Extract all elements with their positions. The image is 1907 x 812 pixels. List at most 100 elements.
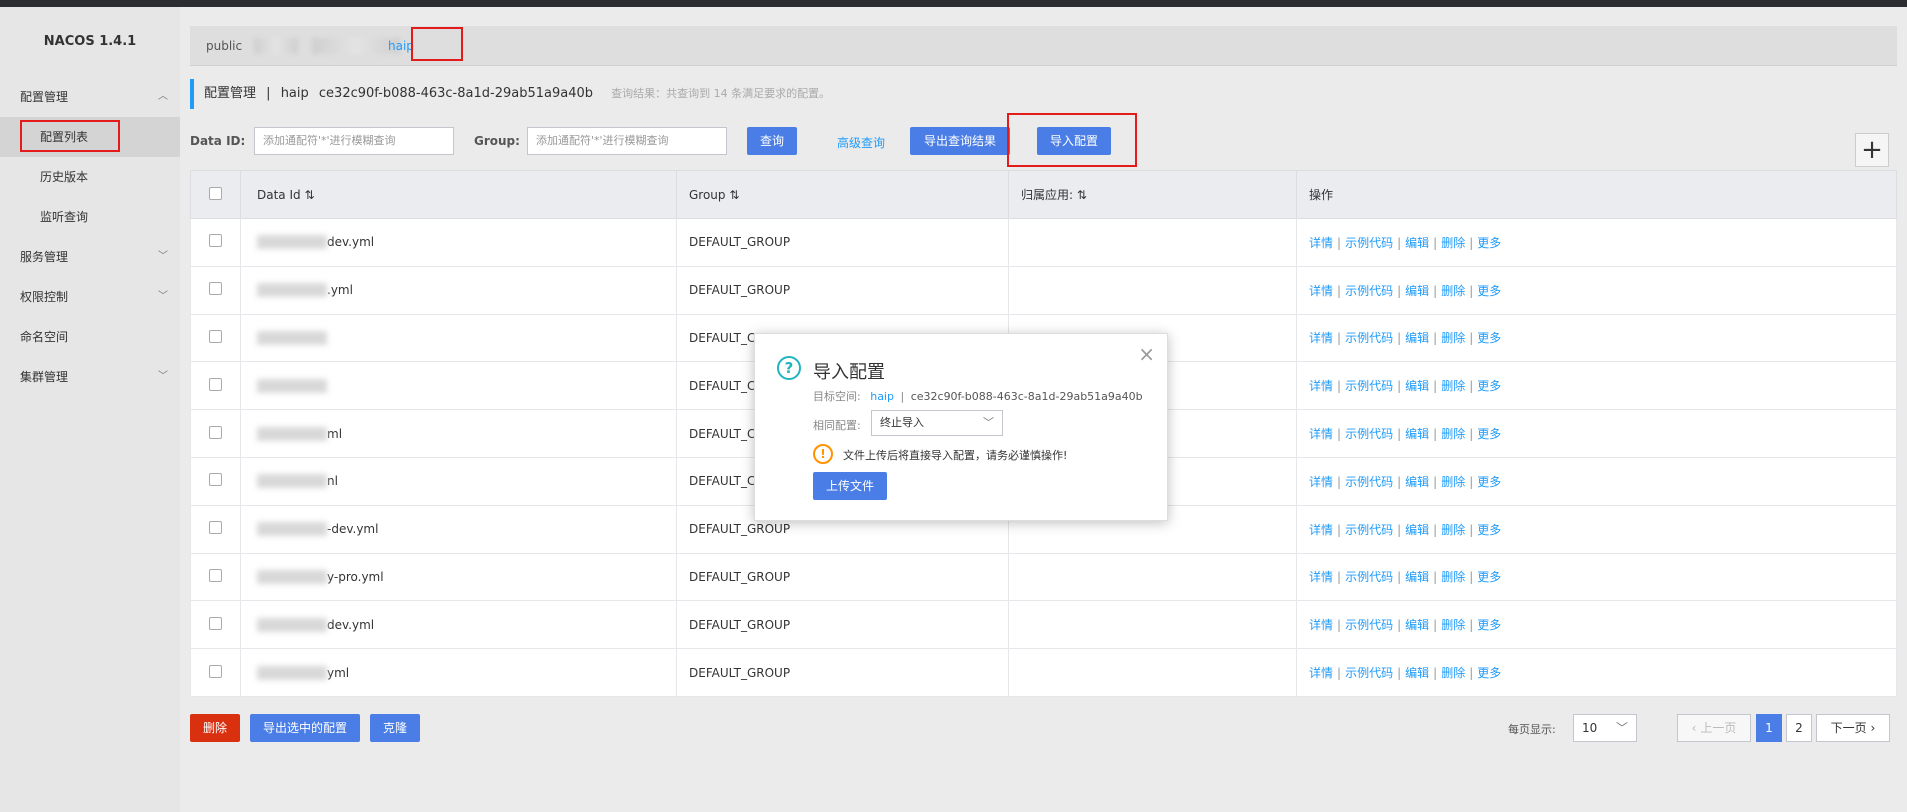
row-action-0[interactable]: 详情: [1309, 379, 1333, 393]
sidebar-item-permission[interactable]: 权限控制 ﹀: [0, 277, 180, 317]
row-action-3[interactable]: 删除: [1441, 618, 1465, 632]
row-action-0[interactable]: 详情: [1309, 475, 1333, 489]
row-action-4[interactable]: 更多: [1477, 427, 1501, 441]
row-action-2[interactable]: 编辑: [1405, 427, 1429, 441]
row-action-4[interactable]: 更多: [1477, 523, 1501, 537]
row-action-4[interactable]: 更多: [1477, 618, 1501, 632]
sidebar-item-config-management[interactable]: 配置管理 ︿: [0, 77, 180, 117]
row-action-4[interactable]: 更多: [1477, 570, 1501, 584]
row-action-1[interactable]: 示例代码: [1345, 570, 1393, 584]
row-action-2[interactable]: 编辑: [1405, 475, 1429, 489]
row-action-2[interactable]: 编辑: [1405, 236, 1429, 250]
row-action-1[interactable]: 示例代码: [1345, 379, 1393, 393]
col-dataid[interactable]: Data Id ⇅: [240, 170, 677, 219]
group-input[interactable]: 添加通配符'*'进行模糊查询: [527, 127, 727, 155]
app-cell: [1008, 265, 1297, 315]
row-action-0[interactable]: 详情: [1309, 284, 1333, 298]
row-action-3[interactable]: 删除: [1441, 570, 1465, 584]
select-all-checkbox[interactable]: [209, 186, 222, 200]
row-action-1[interactable]: 示例代码: [1345, 284, 1393, 298]
row-checkbox[interactable]: [209, 234, 222, 248]
group-cell: DEFAULT_GROUP: [676, 265, 1009, 315]
upload-file-button[interactable]: 上传文件: [813, 472, 887, 500]
row-action-0[interactable]: 详情: [1309, 236, 1333, 250]
row-checkbox[interactable]: [209, 329, 222, 343]
row-action-2[interactable]: 编辑: [1405, 570, 1429, 584]
row-checkbox[interactable]: [209, 521, 222, 535]
row-action-4[interactable]: 更多: [1477, 236, 1501, 250]
row-checkbox[interactable]: [209, 568, 222, 582]
row-checkbox[interactable]: [209, 473, 222, 487]
sort-icon[interactable]: ⇅: [304, 188, 314, 202]
row-action-3[interactable]: 删除: [1441, 523, 1465, 537]
page-size-select[interactable]: 10 ﹀: [1573, 714, 1637, 742]
dialog-title: 导入配置: [813, 362, 885, 383]
row-action-2[interactable]: 编辑: [1405, 331, 1429, 345]
row-action-4[interactable]: 更多: [1477, 666, 1501, 680]
blurred-prefix: xxxxxxx: [257, 426, 327, 441]
row-action-1[interactable]: 示例代码: [1345, 236, 1393, 250]
row-action-4[interactable]: 更多: [1477, 284, 1501, 298]
row-action-4[interactable]: 更多: [1477, 379, 1501, 393]
group-cell: DEFAULT_GROUP: [676, 600, 1009, 650]
export-selected-button[interactable]: 导出选中的配置: [250, 714, 360, 742]
row-checkbox[interactable]: [209, 616, 222, 630]
sidebar-item-history[interactable]: 历史版本: [0, 157, 180, 197]
row-action-0[interactable]: 详情: [1309, 570, 1333, 584]
row-checkbox[interactable]: [209, 425, 222, 439]
row-action-0[interactable]: 详情: [1309, 666, 1333, 680]
col-group[interactable]: Group ⇅: [676, 170, 1009, 219]
clone-button[interactable]: 克隆: [370, 714, 420, 742]
sidebar-item-service-management[interactable]: 服务管理 ﹀: [0, 237, 180, 277]
row-action-1[interactable]: 示例代码: [1345, 666, 1393, 680]
query-button[interactable]: 查询: [747, 127, 797, 155]
next-page-button[interactable]: 下一页 ›: [1816, 714, 1890, 742]
sort-icon[interactable]: ⇅: [729, 188, 739, 202]
row-action-0[interactable]: 详情: [1309, 427, 1333, 441]
chevron-down-icon: ﹀: [158, 291, 168, 302]
namespace-public[interactable]: public: [206, 26, 242, 66]
row-action-3[interactable]: 删除: [1441, 379, 1465, 393]
close-icon[interactable]: ×: [1138, 342, 1155, 366]
sidebar-item-namespace[interactable]: 命名空间: [0, 317, 180, 357]
advanced-query-link[interactable]: 高级查询: [837, 134, 885, 151]
row-action-1[interactable]: 示例代码: [1345, 331, 1393, 345]
row-action-3[interactable]: 删除: [1441, 475, 1465, 489]
row-action-1[interactable]: 示例代码: [1345, 618, 1393, 632]
row-action-2[interactable]: 编辑: [1405, 523, 1429, 537]
row-checkbox[interactable]: [209, 377, 222, 391]
highlight-box: [411, 27, 463, 61]
row-action-3[interactable]: 删除: [1441, 331, 1465, 345]
row-action-2[interactable]: 编辑: [1405, 666, 1429, 680]
row-action-3[interactable]: 删除: [1441, 284, 1465, 298]
row-action-1[interactable]: 示例代码: [1345, 523, 1393, 537]
row-action-2[interactable]: 编辑: [1405, 379, 1429, 393]
col-ops: 操作: [1296, 170, 1897, 219]
page-1-button[interactable]: 1: [1756, 714, 1782, 742]
prev-page-button[interactable]: ‹ 上一页: [1677, 714, 1751, 742]
page-2-button[interactable]: 2: [1786, 714, 1812, 742]
row-action-1[interactable]: 示例代码: [1345, 427, 1393, 441]
sidebar-item-cluster[interactable]: 集群管理 ﹀: [0, 357, 180, 397]
row-action-0[interactable]: 详情: [1309, 618, 1333, 632]
row-action-3[interactable]: 删除: [1441, 666, 1465, 680]
row-action-3[interactable]: 删除: [1441, 427, 1465, 441]
sort-icon[interactable]: ⇅: [1077, 188, 1087, 202]
export-query-button[interactable]: 导出查询结果: [910, 127, 1010, 155]
col-app[interactable]: 归属应用: ⇅: [1008, 170, 1297, 219]
same-config-select[interactable]: 终止导入 ﹀: [871, 410, 1003, 436]
row-action-4[interactable]: 更多: [1477, 475, 1501, 489]
delete-button[interactable]: 删除: [190, 714, 240, 742]
row-action-4[interactable]: 更多: [1477, 331, 1501, 345]
row-action-0[interactable]: 详情: [1309, 331, 1333, 345]
row-action-0[interactable]: 详情: [1309, 523, 1333, 537]
row-action-1[interactable]: 示例代码: [1345, 475, 1393, 489]
add-config-button[interactable]: +: [1855, 133, 1889, 167]
row-checkbox[interactable]: [209, 664, 222, 678]
sidebar-item-listen-query[interactable]: 监听查询: [0, 197, 180, 237]
row-action-3[interactable]: 删除: [1441, 236, 1465, 250]
row-action-2[interactable]: 编辑: [1405, 284, 1429, 298]
dataid-input[interactable]: 添加通配符'*'进行模糊查询: [254, 127, 454, 155]
row-action-2[interactable]: 编辑: [1405, 618, 1429, 632]
row-checkbox[interactable]: [209, 282, 222, 296]
